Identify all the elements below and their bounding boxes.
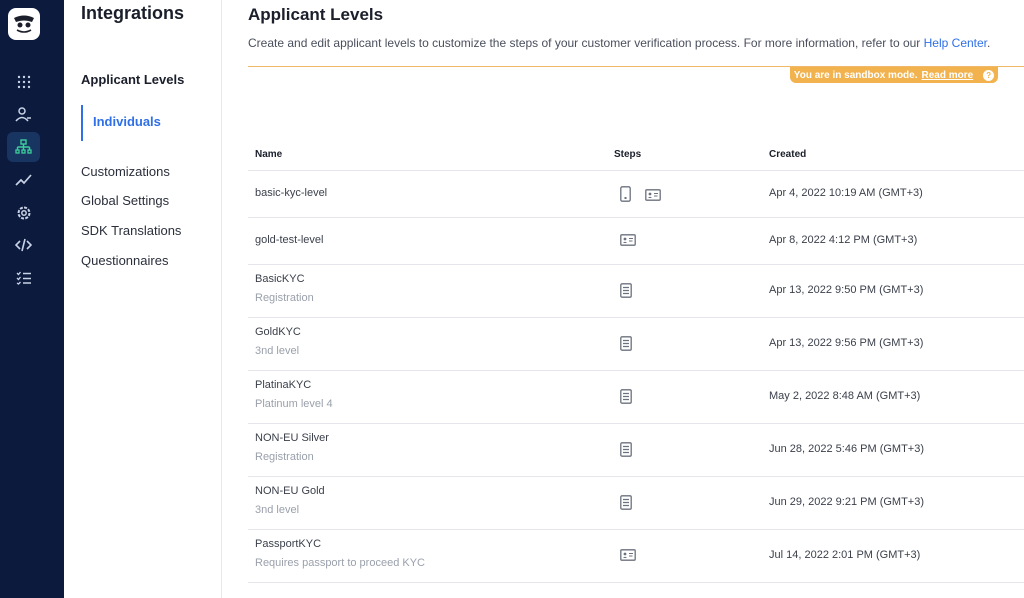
level-description: Platinum level 4 (255, 398, 333, 410)
id-card-icon (620, 548, 636, 566)
table-row[interactable]: gold-test-level Apr 8, 2022 4:12 PM (GMT+… (248, 218, 1024, 265)
id-card-icon (645, 188, 661, 206)
level-name[interactable]: NON-EU Gold (255, 485, 325, 497)
phone-icon (620, 186, 631, 207)
integrations-icon (15, 139, 32, 154)
document-icon (620, 283, 632, 303)
integrations-subnav: Integrations Applicant Levels Individual… (64, 0, 222, 598)
rail-developers[interactable] (7, 230, 40, 260)
rail-settings[interactable] (7, 198, 40, 228)
level-created-date: Jun 29, 2022 9:21 PM (GMT+3) (769, 496, 924, 508)
page-title: Applicant Levels (248, 5, 384, 24)
level-steps (620, 389, 632, 409)
description-text: Create and edit applicant levels to cust… (248, 36, 924, 50)
subnav-item-sdk-translations[interactable]: SDK Translations (81, 223, 181, 238)
table-row[interactable]: NON-EU Gold 3nd level Jun 29, 2022 9:21 PM… (248, 477, 1024, 530)
rail-analytics[interactable] (7, 165, 40, 195)
table-row[interactable]: basic-kyc-level Apr 4, 2022 10:19 AM (GMT… (248, 171, 1024, 218)
level-description: Registration (255, 451, 314, 463)
level-description: 3nd level (255, 504, 300, 516)
subnav-title: Integrations (81, 3, 185, 23)
level-name[interactable]: PlatinaKYC (255, 379, 311, 391)
help-icon[interactable]: ? (983, 69, 995, 81)
app-rail (0, 0, 64, 598)
applicants-icon (15, 107, 31, 122)
level-description: Registration (255, 292, 314, 304)
settings-icon (17, 206, 30, 220)
subnav-section-applicant-levels[interactable]: Applicant Levels (81, 72, 184, 87)
developers-icon (15, 238, 32, 252)
applicant-levels-table: Name Steps Created basic-kyc-level Apr 4,… (248, 140, 1024, 583)
level-steps (620, 548, 636, 566)
level-name[interactable]: GoldKYC (255, 326, 301, 338)
table-row[interactable]: PlatinaKYC Platinum level 4 May 2, 2022 8:… (248, 371, 1024, 424)
table-row[interactable]: GoldKYC 3nd level Apr 13, 2022 9:56 PM (GM… (248, 318, 1024, 371)
subnav-item-global-settings[interactable]: Global Settings (81, 193, 169, 208)
logo-icon (14, 15, 34, 33)
level-created-date: Apr 13, 2022 9:50 PM (GMT+3) (769, 284, 924, 296)
level-created-date: Jul 14, 2022 2:01 PM (GMT+3) (769, 549, 921, 561)
level-name[interactable]: NON-EU Silver (255, 432, 329, 444)
sandbox-read-more-link[interactable]: Read more (922, 70, 974, 81)
rail-apps-grid[interactable] (7, 67, 40, 97)
level-name[interactable]: gold-test-level (255, 234, 323, 246)
level-steps (620, 283, 632, 303)
level-name[interactable]: PassportKYC (255, 538, 321, 550)
sandbox-banner: You are in sandbox mode. Read more ? (790, 67, 998, 83)
app-logo[interactable] (8, 8, 40, 40)
level-created-date: May 2, 2022 8:48 AM (GMT+3) (769, 390, 921, 402)
level-steps (620, 495, 632, 515)
table-header: Name Steps Created (248, 140, 1024, 171)
table-row[interactable]: PassportKYC Requires passport to proceed … (248, 530, 1024, 583)
sandbox-text: You are in sandbox mode. (793, 69, 918, 81)
column-header-steps: Steps (614, 149, 642, 160)
level-steps (620, 336, 632, 356)
tasks-icon (16, 271, 31, 285)
description-suffix: . (987, 36, 991, 50)
subnav-item-customizations[interactable]: Customizations (81, 164, 170, 179)
rail-applicants[interactable] (7, 99, 40, 129)
level-created-date: Jun 28, 2022 5:46 PM (GMT+3) (769, 443, 924, 455)
level-created-date: Apr 13, 2022 9:56 PM (GMT+3) (769, 337, 924, 349)
level-description: 3nd level (255, 345, 300, 357)
level-steps (620, 442, 632, 462)
column-header-name[interactable]: Name (255, 149, 282, 160)
table-row[interactable]: NON-EU Silver Registration Jun 28, 2022 5:… (248, 424, 1024, 477)
level-description: Requires passport to proceed KYC (255, 557, 425, 569)
subnav-item-individuals[interactable]: Individuals (81, 105, 161, 141)
help-center-link[interactable]: Help Center (924, 36, 987, 50)
document-icon (620, 336, 632, 356)
id-card-icon (620, 233, 636, 251)
column-header-created[interactable]: Created (769, 149, 806, 160)
document-icon (620, 389, 632, 409)
level-steps (620, 233, 636, 251)
analytics-icon (15, 174, 32, 186)
level-created-date: Apr 4, 2022 10:19 AM (GMT+3) (769, 187, 923, 199)
level-steps (620, 186, 661, 207)
rail-integrations[interactable] (7, 132, 40, 162)
table-row[interactable]: BasicKYC Registration Apr 13, 2022 9:50 PM… (248, 265, 1024, 318)
page-description: Create and edit applicant levels to cust… (248, 36, 990, 50)
subnav-item-questionnaires[interactable]: Questionnaires (81, 253, 168, 268)
main-content: Applicant Levels Create and edit applica… (222, 0, 1024, 598)
apps-grid-icon (17, 75, 30, 89)
level-name[interactable]: BasicKYC (255, 273, 305, 285)
document-icon (620, 442, 632, 462)
level-name[interactable]: basic-kyc-level (255, 187, 327, 199)
rail-tasks[interactable] (7, 263, 40, 293)
level-created-date: Apr 8, 2022 4:12 PM (GMT+3) (769, 234, 918, 246)
document-icon (620, 495, 632, 515)
